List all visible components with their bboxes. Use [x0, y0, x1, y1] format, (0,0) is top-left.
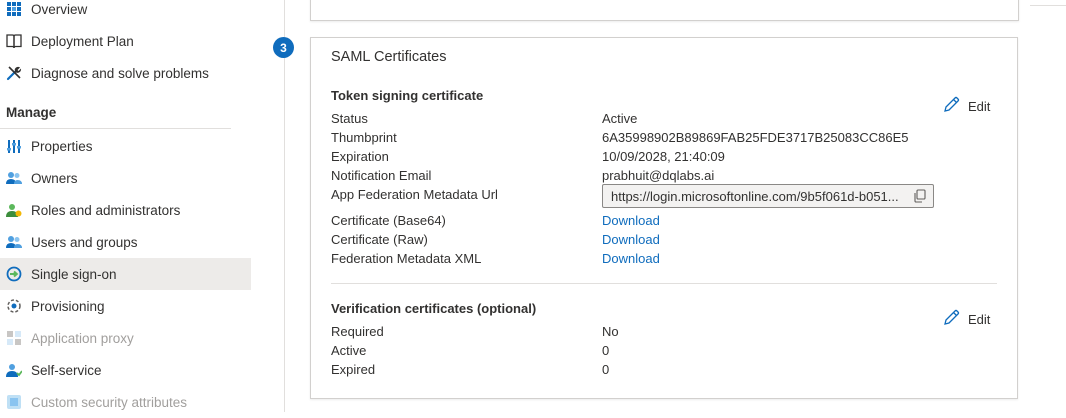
section-divider — [331, 283, 997, 284]
thumbprint-label: Thumbprint — [331, 130, 397, 145]
sidebar-item-self-service[interactable]: Self-service — [0, 354, 251, 386]
copy-icon[interactable] — [913, 189, 927, 203]
top-divider — [1030, 5, 1066, 6]
token-edit-button[interactable]: Edit — [943, 96, 990, 116]
federation-xml-download-link[interactable]: Download — [602, 251, 660, 266]
sidebar-item-overview[interactable]: Overview — [0, 0, 251, 25]
metadata-url-value: https://login.microsoftonline.com/9b5f06… — [611, 188, 899, 204]
status-label: Status — [331, 111, 368, 126]
sidebar: Overview Deployment Plan Diagnose and so… — [0, 0, 251, 412]
required-label: Required — [331, 324, 384, 339]
sidebar-item-label: Users and groups — [31, 234, 138, 250]
sso-icon — [6, 266, 22, 282]
sidebar-item-label: Single sign-on — [31, 266, 117, 282]
card-title: SAML Certificates — [331, 49, 447, 65]
section-divider — [0, 128, 231, 129]
sidebar-item-label: Diagnose and solve problems — [31, 65, 209, 81]
roles-icon — [6, 202, 22, 218]
sidebar-item-roles[interactable]: Roles and administrators — [0, 194, 251, 226]
expiration-value: 10/09/2028, 21:40:09 — [602, 149, 725, 164]
grid-icon — [6, 1, 22, 17]
expired-label: Expired — [331, 362, 376, 377]
step-number-badge: 3 — [273, 37, 294, 58]
sidebar-item-label: Deployment Plan — [31, 33, 134, 49]
sidebar-item-label: Custom security attributes — [31, 394, 188, 410]
sidebar-item-users-groups[interactable]: Users and groups — [0, 226, 251, 258]
pencil-icon — [943, 96, 960, 116]
notification-email-label: Notification Email — [331, 168, 432, 183]
verification-title: Verification certificates (optional) — [331, 301, 537, 316]
thumbprint-value: 6A35998902B89869FAB25FDE3717B25083CC86E5 — [602, 130, 909, 145]
status-value: Active — [602, 111, 638, 126]
sidebar-item-provisioning[interactable]: Provisioning — [0, 290, 251, 322]
sidebar-item-label: Properties — [31, 138, 93, 154]
cert-raw-label: Certificate (Raw) — [331, 232, 428, 247]
token-signing-title: Token signing certificate — [331, 88, 484, 103]
edit-label: Edit — [968, 311, 991, 327]
required-value: No — [602, 324, 619, 339]
sidebar-item-label: Roles and administrators — [31, 202, 181, 218]
sidebar-item-label: Overview — [31, 1, 88, 17]
sidebar-item-properties[interactable]: Properties — [0, 130, 251, 162]
sidebar-item-deployment-plan[interactable]: Deployment Plan — [0, 25, 251, 57]
sidebar-item-single-sign-on[interactable]: Single sign-on — [0, 258, 251, 290]
verification-edit-button[interactable]: Edit — [943, 309, 990, 329]
wrench-icon — [6, 65, 22, 81]
sidebar-item-label: Self-service — [31, 362, 102, 378]
cert-base64-download-link[interactable]: Download — [602, 213, 660, 228]
sidebar-item-application-proxy[interactable]: Application proxy — [0, 322, 251, 354]
app-proxy-icon — [6, 330, 22, 346]
sidebar-item-custom-security-attributes[interactable]: Custom security attributes — [0, 386, 251, 418]
pencil-icon — [943, 309, 960, 329]
sidebar-item-label: Application proxy — [31, 330, 134, 346]
sidebar-divider — [284, 0, 285, 412]
metadata-url-field[interactable]: https://login.microsoftonline.com/9b5f06… — [602, 184, 934, 208]
cert-raw-download-link[interactable]: Download — [602, 232, 660, 247]
cert-base64-label: Certificate (Base64) — [331, 213, 446, 228]
sidebar-item-label: Provisioning — [31, 298, 105, 314]
edit-label: Edit — [968, 98, 991, 114]
sidebar-item-owners[interactable]: Owners — [0, 162, 251, 194]
active-value: 0 — [602, 343, 610, 358]
previous-section-card — [310, 0, 1019, 21]
expiration-label: Expiration — [331, 149, 389, 164]
security-attributes-icon — [6, 394, 22, 410]
self-service-icon — [6, 362, 22, 378]
expired-value: 0 — [602, 362, 610, 377]
users-icon — [6, 234, 22, 250]
owners-icon — [6, 170, 22, 186]
sidebar-item-diagnose[interactable]: Diagnose and solve problems — [0, 57, 251, 89]
metadata-url-label: App Federation Metadata Url — [331, 187, 498, 202]
section-header-manage: Manage — [6, 105, 57, 120]
federation-xml-label: Federation Metadata XML — [331, 251, 482, 266]
provisioning-icon — [6, 298, 22, 314]
sidebar-item-label: Owners — [31, 170, 78, 186]
properties-icon — [6, 138, 22, 154]
saml-certificates-card: SAML Certificates Token signing certific… — [310, 37, 1018, 399]
book-icon — [6, 33, 22, 49]
notification-email-value: prabhuit@dqlabs.ai — [602, 168, 715, 183]
active-label: Active — [331, 343, 367, 358]
